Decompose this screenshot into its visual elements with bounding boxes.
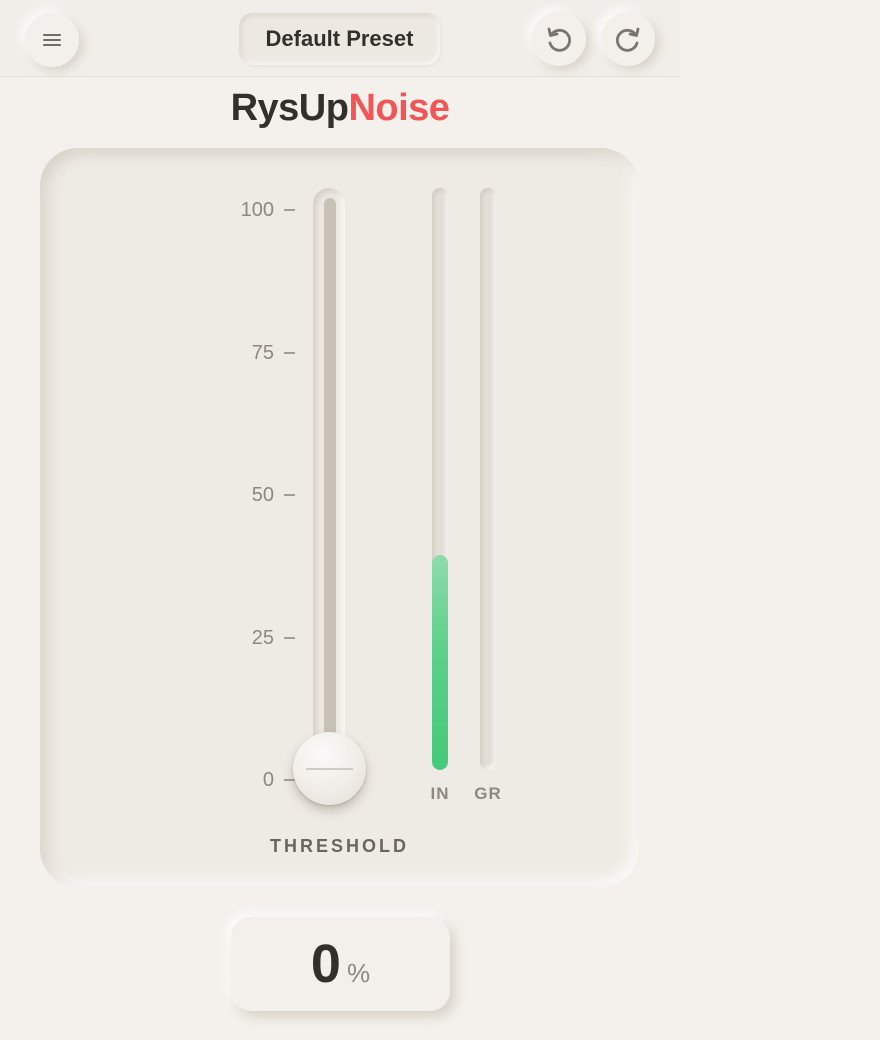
preset-label: Default Preset xyxy=(265,26,414,51)
scale-tick-label: 100 xyxy=(240,198,274,221)
scale-tick-100: 100 xyxy=(200,198,295,222)
redo-button[interactable] xyxy=(601,12,655,66)
scale-tick-label: 0 xyxy=(262,768,274,791)
plugin-logo: RysUpNoise xyxy=(0,84,680,132)
undo-button[interactable] xyxy=(532,12,586,66)
scale-tick-label: 50 xyxy=(251,483,274,506)
threshold-value-readout[interactable]: 0 % xyxy=(231,917,450,1011)
menu-button[interactable] xyxy=(25,13,79,67)
readout-unit: % xyxy=(346,958,371,988)
redo-icon xyxy=(615,27,640,52)
threshold-panel: 100 75 50 25 0 IN GR THRESHOLD xyxy=(40,148,639,887)
preset-selector-button[interactable]: Default Preset xyxy=(239,13,440,65)
threshold-slider-groove xyxy=(324,198,336,753)
gain-reduction-meter xyxy=(480,188,496,770)
hamburger-icon xyxy=(43,34,61,46)
input-level-meter xyxy=(432,188,448,770)
scale-tick-25: 25 xyxy=(200,626,295,650)
scale-tick-label: 75 xyxy=(251,341,274,364)
undo-icon xyxy=(547,27,572,52)
top-toolbar: Default Preset xyxy=(0,0,680,77)
scale-tick-75: 75 xyxy=(200,341,295,365)
threshold-slider-handle[interactable] xyxy=(293,732,366,805)
scale-tick-50: 50 xyxy=(200,483,295,507)
gain-reduction-meter-label: GR xyxy=(474,784,502,803)
handle-grip-line xyxy=(306,768,353,770)
scale-tick-label: 25 xyxy=(251,626,274,649)
input-level-fill xyxy=(432,555,448,770)
logo-text-primary: RysUp xyxy=(230,87,349,129)
threshold-label: THRESHOLD xyxy=(270,836,409,856)
logo-text-accent: Noise xyxy=(348,87,450,129)
plugin-window: Default Preset RysUpNoise 100 75 50 25 0… xyxy=(0,0,880,1040)
threshold-slider-track[interactable] xyxy=(313,188,345,774)
readout-value: 0 xyxy=(310,934,341,994)
scale-tick-0: 0 xyxy=(200,768,295,792)
input-meter-label: IN xyxy=(430,784,450,803)
